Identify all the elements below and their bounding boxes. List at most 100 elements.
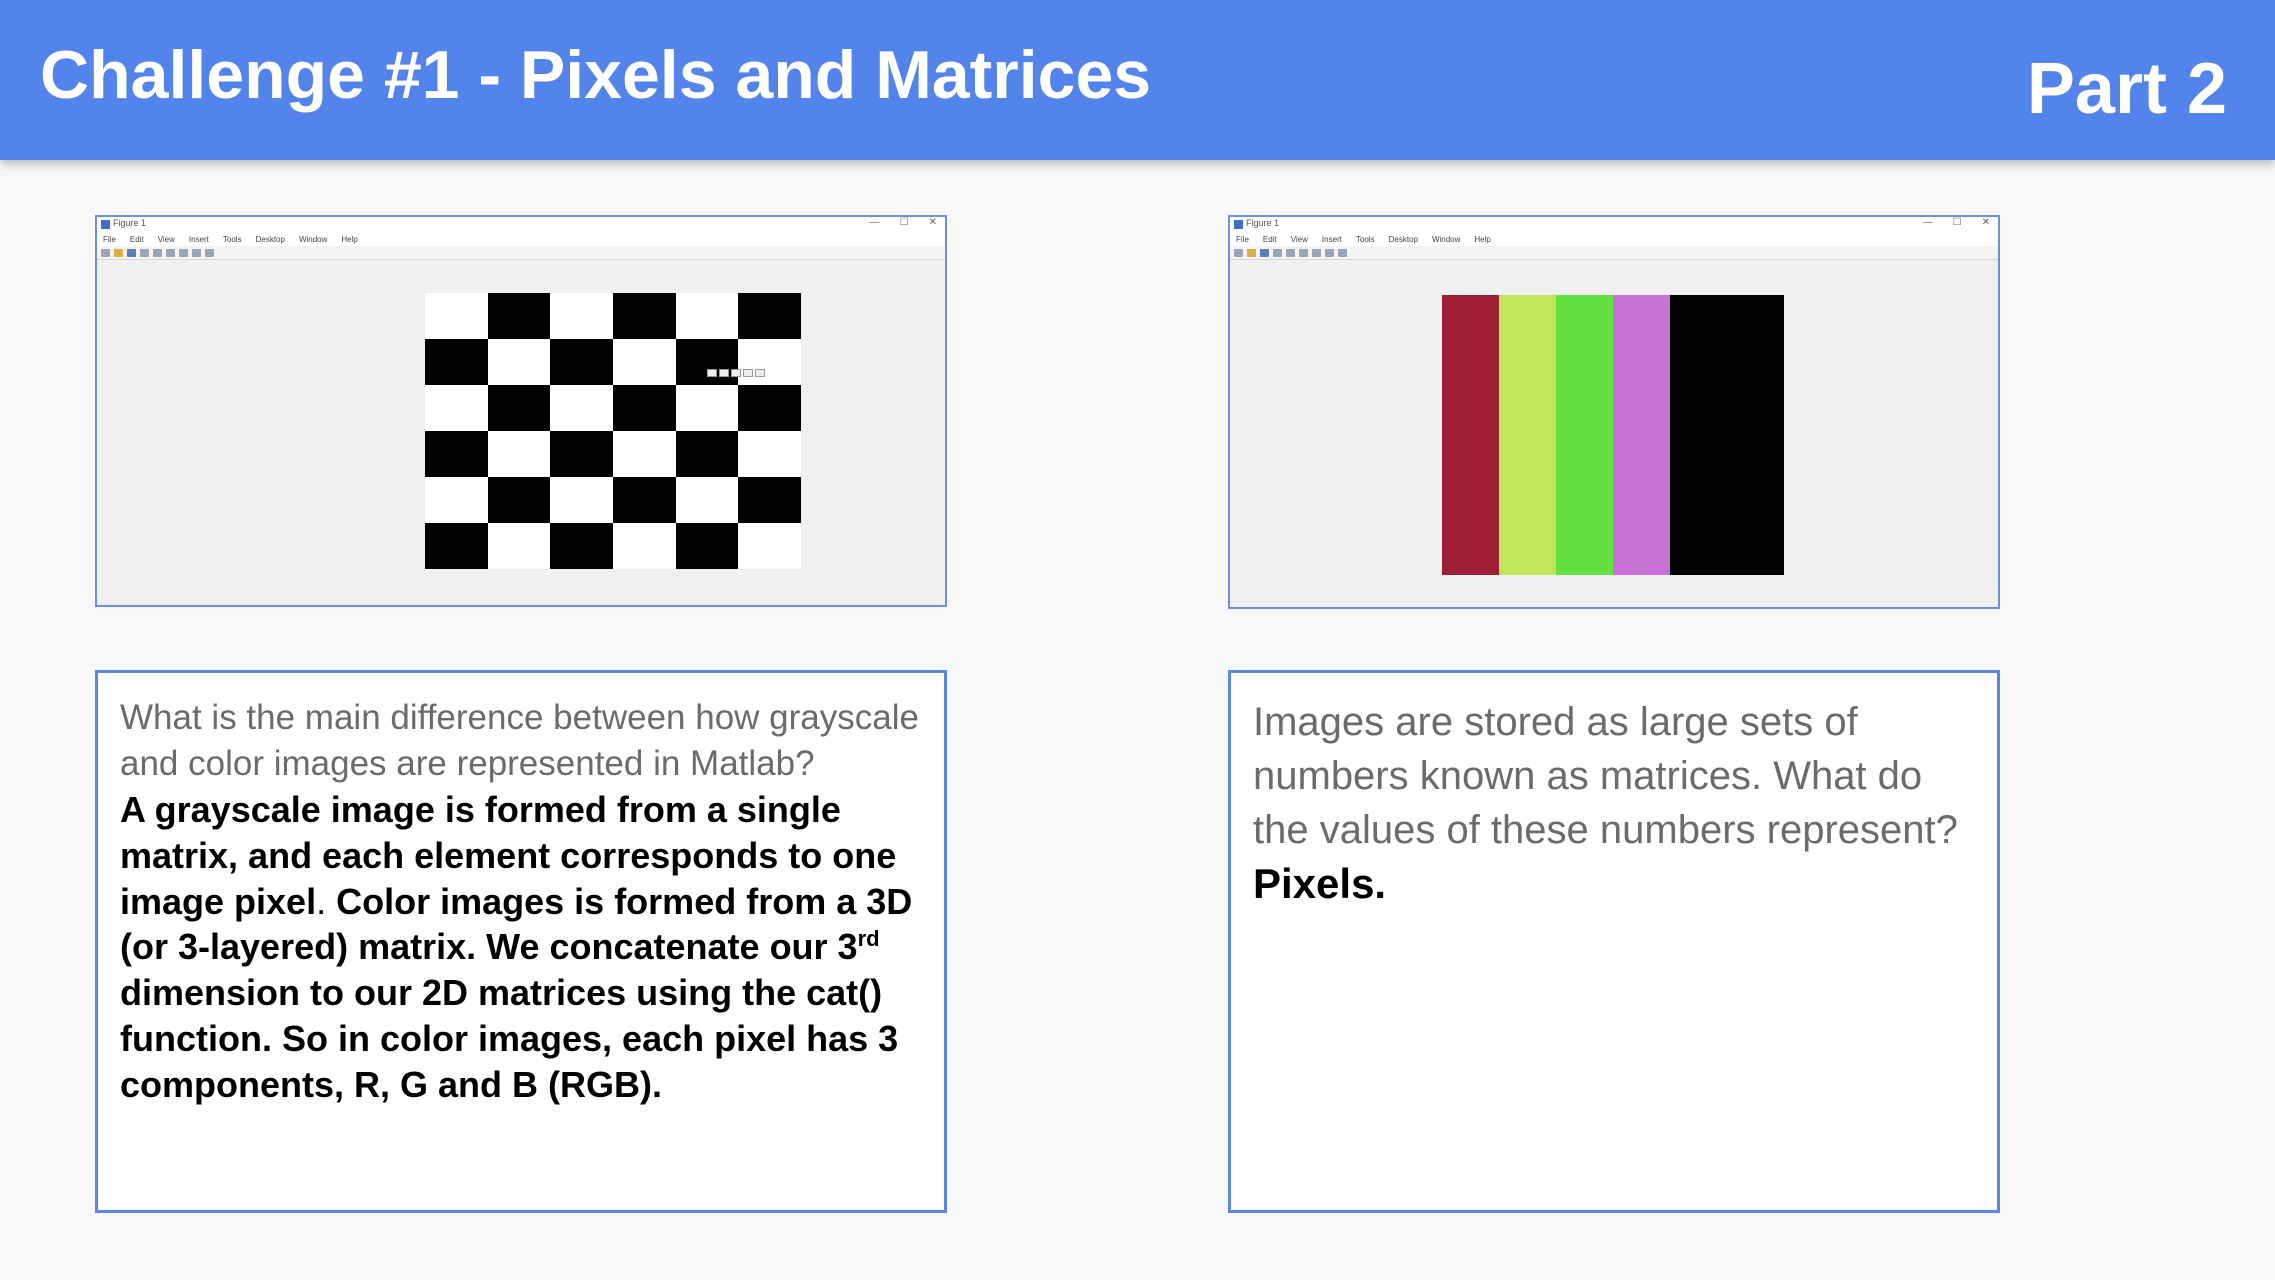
answer-part-3: dimension to our 2D matrices using the c… — [120, 972, 899, 1105]
checker-cell — [487, 339, 551, 385]
checker-cell — [738, 477, 801, 523]
color-bar — [1727, 295, 1784, 575]
checker-cell — [675, 477, 739, 523]
menu-edit[interactable]: Edit — [130, 235, 144, 244]
menu-tools[interactable]: Tools — [223, 235, 242, 244]
figure-title: Figure 1 — [113, 218, 147, 228]
menu-window[interactable]: Window — [299, 235, 327, 244]
figure-title: Figure 1 — [1246, 218, 1280, 228]
print-icon[interactable] — [1273, 248, 1282, 257]
checker-cell — [738, 339, 801, 385]
answer-superscript: rd — [857, 926, 880, 952]
close-icon[interactable]: ✕ — [1982, 217, 1990, 228]
checker-cell — [675, 293, 739, 339]
answer-period: . — [316, 880, 327, 922]
question-box-matrices: Images are stored as large sets of numbe… — [1228, 670, 2000, 1213]
rotate-icon[interactable] — [166, 248, 175, 257]
menu-desktop[interactable]: Desktop — [256, 235, 285, 244]
color-bar — [1556, 295, 1613, 575]
new-figure-icon[interactable] — [1234, 248, 1243, 257]
legend-icon[interactable] — [205, 248, 214, 257]
axes-pan-icon[interactable] — [719, 369, 729, 377]
color-bars-image — [1442, 295, 1784, 575]
checker-cell — [738, 431, 801, 477]
checker-cell — [425, 339, 488, 385]
checker-cell — [425, 477, 488, 523]
color-bar — [1499, 295, 1556, 575]
checker-cell — [550, 339, 613, 385]
save-icon[interactable] — [127, 248, 136, 257]
legend-icon[interactable] — [1338, 248, 1347, 257]
menu-view[interactable]: View — [158, 235, 175, 244]
checker-cell — [738, 293, 801, 339]
checker-cell — [675, 431, 739, 477]
answer-text: Pixels. — [1253, 860, 1387, 907]
checkerboard-image — [425, 293, 801, 569]
data-cursor-icon[interactable] — [1312, 248, 1321, 257]
figure-titlebar: Figure 1 — ☐ ✕ — [97, 217, 945, 233]
colorbar-icon[interactable] — [192, 248, 201, 257]
checker-cell — [487, 431, 551, 477]
zoom-icon[interactable] — [1286, 248, 1295, 257]
question-text: Images are stored as large sets of numbe… — [1253, 700, 1958, 852]
menu-insert[interactable]: Insert — [189, 235, 209, 244]
maximize-icon[interactable]: ☐ — [1953, 217, 1962, 228]
figure-window-checkerboard: Figure 1 — ☐ ✕ File Edit View Insert Too… — [95, 215, 947, 607]
checker-cell — [550, 293, 613, 339]
slide-title: Challenge #1 - Pixels and Matrices — [40, 37, 1152, 113]
figure-menubar: File Edit View Insert Tools Desktop Wind… — [97, 233, 945, 246]
figure-toolbar — [97, 246, 945, 260]
menu-file[interactable]: File — [103, 235, 116, 244]
matlab-figure-icon — [1234, 220, 1243, 229]
axes-home-icon[interactable] — [755, 369, 765, 377]
print-icon[interactable] — [140, 248, 149, 257]
axes-zoom-out-icon[interactable] — [743, 369, 753, 377]
open-file-icon[interactable] — [114, 248, 123, 257]
rotate-icon[interactable] — [1299, 248, 1308, 257]
axes-export-icon[interactable] — [707, 369, 717, 377]
menu-window[interactable]: Window — [1432, 235, 1460, 244]
window-controls: — ☐ ✕ — [870, 217, 937, 228]
data-cursor-icon[interactable] — [179, 248, 188, 257]
menu-file[interactable]: File — [1236, 235, 1249, 244]
checker-cell — [675, 523, 739, 569]
colorbar-icon[interactable] — [1325, 248, 1334, 257]
maximize-icon[interactable]: ☐ — [900, 217, 909, 228]
title-bar: Challenge #1 - Pixels and Matrices Part … — [0, 0, 2275, 160]
menu-tools[interactable]: Tools — [1356, 235, 1375, 244]
checker-cell — [613, 293, 676, 339]
checker-cell — [425, 293, 488, 339]
menu-edit[interactable]: Edit — [1263, 235, 1277, 244]
checker-cell — [550, 385, 613, 431]
checker-cell — [738, 523, 801, 569]
zoom-icon[interactable] — [153, 248, 162, 257]
checker-cell — [487, 477, 551, 523]
menu-insert[interactable]: Insert — [1322, 235, 1342, 244]
checker-cell — [425, 385, 488, 431]
matlab-figure-icon — [101, 220, 110, 229]
figure-menubar: File Edit View Insert Tools Desktop Wind… — [1230, 233, 1998, 246]
close-icon[interactable]: ✕ — [929, 217, 937, 228]
axes-toolbar — [707, 369, 765, 377]
menu-help[interactable]: Help — [1474, 235, 1490, 244]
checker-cell — [613, 339, 676, 385]
menu-help[interactable]: Help — [341, 235, 357, 244]
checker-cell — [738, 385, 801, 431]
window-controls: — ☐ ✕ — [1923, 217, 1990, 228]
save-icon[interactable] — [1260, 248, 1269, 257]
minimize-icon[interactable]: — — [1923, 217, 1933, 228]
checker-cell — [550, 523, 613, 569]
checker-cell — [613, 477, 676, 523]
checker-cell — [613, 385, 676, 431]
new-figure-icon[interactable] — [101, 248, 110, 257]
minimize-icon[interactable]: — — [870, 217, 880, 228]
open-file-icon[interactable] — [1247, 248, 1256, 257]
figure-toolbar — [1230, 246, 1998, 260]
menu-view[interactable]: View — [1291, 235, 1308, 244]
color-bar — [1670, 295, 1727, 575]
checker-cell — [550, 431, 613, 477]
axes-zoom-in-icon[interactable] — [731, 369, 741, 377]
answer-text: A grayscale image is formed from a singl… — [120, 787, 922, 1108]
menu-desktop[interactable]: Desktop — [1389, 235, 1418, 244]
checker-cell — [675, 339, 739, 385]
